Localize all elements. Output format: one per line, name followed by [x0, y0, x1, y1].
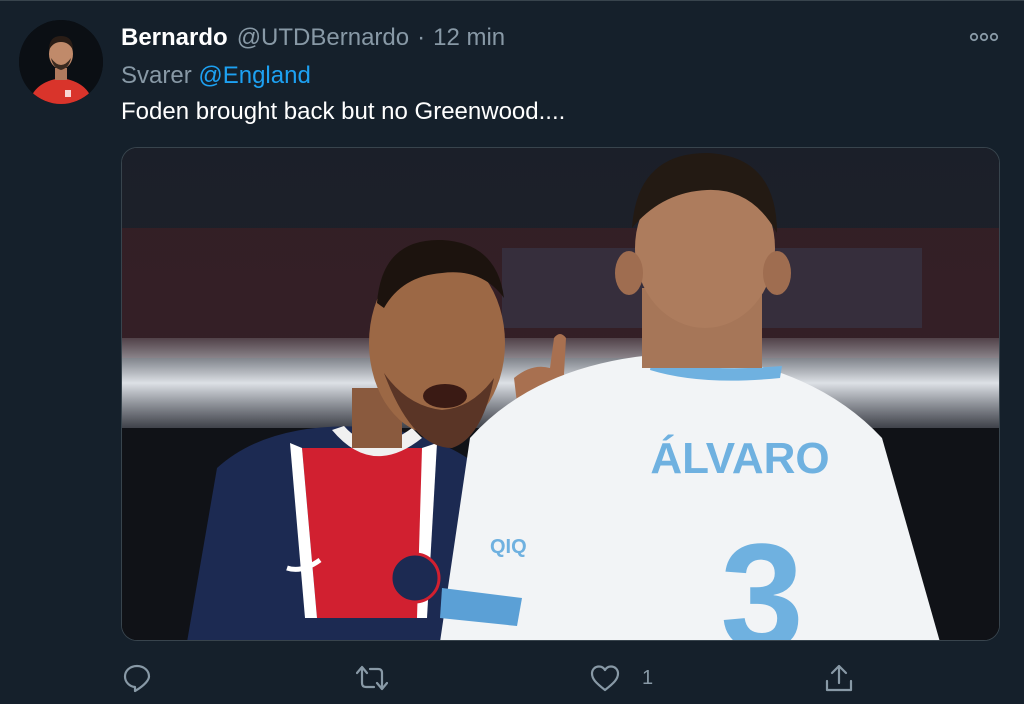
jersey-number: 3: [720, 512, 803, 641]
tweet-photo[interactable]: ÁLVARO 3 QIQ: [121, 147, 1000, 641]
share-button[interactable]: [824, 656, 854, 700]
author-handle[interactable]: @UTDBernardo: [237, 24, 409, 52]
author-name[interactable]: Bernardo: [121, 24, 228, 52]
share-icon[interactable]: [824, 663, 854, 693]
tweet-action-bar: 1: [0, 656, 1024, 700]
svg-text:QIQ: QIQ: [490, 536, 527, 558]
reply-icon[interactable]: [122, 663, 152, 693]
heart-icon[interactable]: [590, 664, 620, 692]
reply-button[interactable]: [122, 656, 152, 700]
like-button[interactable]: 1: [590, 656, 653, 700]
reply-prefix: Svarer: [121, 62, 192, 89]
retweet-icon[interactable]: [356, 663, 388, 693]
replying-to: Svarer @England: [121, 62, 311, 90]
avatar[interactable]: [19, 20, 103, 104]
retweet-button[interactable]: [356, 656, 388, 700]
tweet-text: Foden brought back but no Greenwood....: [121, 98, 566, 125]
jersey-name: ÁLVARO: [650, 433, 829, 483]
top-divider: [0, 0, 1024, 1]
avatar-image: [19, 20, 103, 104]
more-options-icon[interactable]: [968, 30, 1000, 44]
separator-dot: ·: [417, 24, 426, 51]
tweet-header: Bernardo @UTDBernardo · 12 min: [121, 24, 505, 52]
like-count: 1: [642, 666, 654, 689]
timestamp[interactable]: 12 min: [433, 24, 505, 52]
reply-mention-link[interactable]: @England: [198, 62, 310, 89]
